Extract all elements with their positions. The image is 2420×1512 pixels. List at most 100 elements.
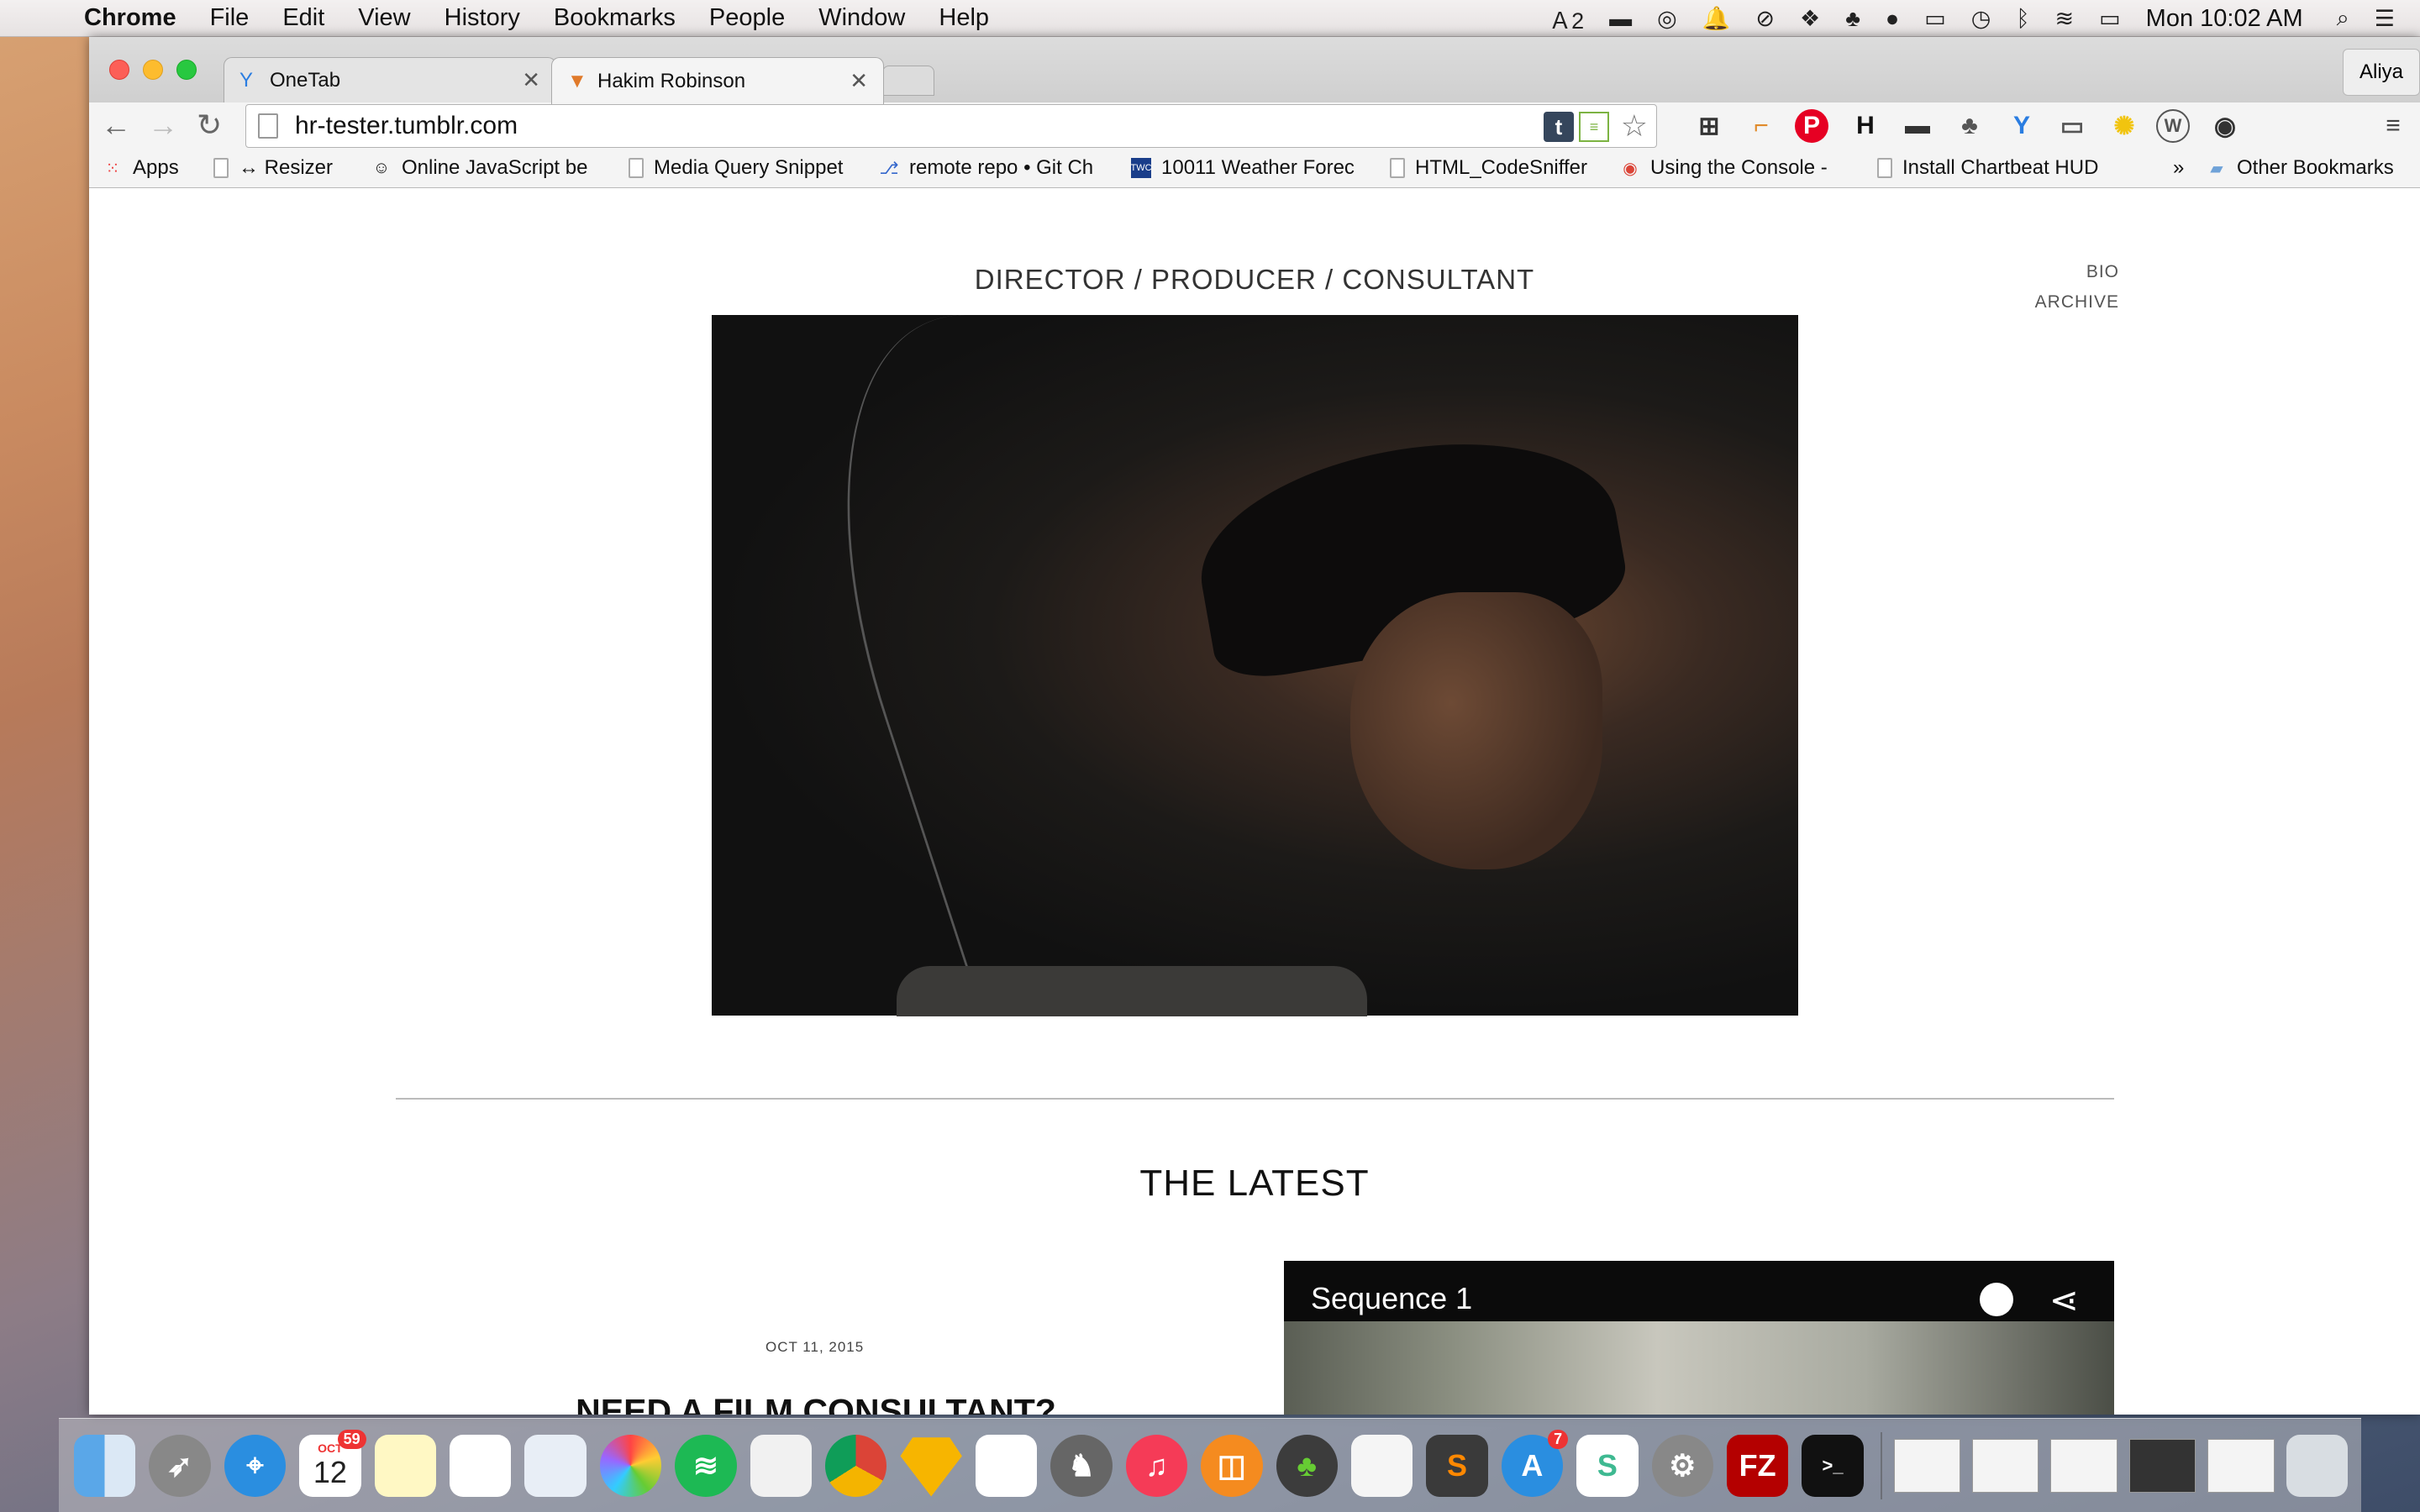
preview-icon[interactable] bbox=[524, 1434, 587, 1497]
bookmark-star-icon[interactable]: ☆ bbox=[1621, 108, 1648, 144]
close-window-button[interactable] bbox=[109, 60, 129, 80]
safari-icon[interactable]: ⌖ bbox=[224, 1434, 287, 1497]
notification-bell-icon[interactable]: 🔔 bbox=[1702, 5, 1731, 32]
do-not-disturb-icon[interactable]: ⊘ bbox=[1755, 6, 1775, 32]
notes-icon[interactable] bbox=[374, 1434, 437, 1497]
screen-capture-icon[interactable]: ▬ bbox=[1901, 109, 1934, 143]
evernote-dock-icon[interactable]: ♣ bbox=[1276, 1434, 1338, 1497]
spotify-icon[interactable]: ≋ bbox=[675, 1434, 737, 1497]
minimized-window-thumbnail[interactable] bbox=[1972, 1438, 2039, 1493]
airplay-icon[interactable]: ▭ bbox=[1924, 6, 1946, 32]
chrome-menu-icon[interactable]: ≡ bbox=[2376, 109, 2410, 143]
notification-center-icon[interactable]: ☰ bbox=[2375, 6, 2395, 32]
share-icon[interactable]: ⋖ bbox=[2049, 1279, 2079, 1320]
minimized-window-thumbnail[interactable] bbox=[2128, 1438, 2196, 1493]
numbers-icon[interactable] bbox=[975, 1434, 1038, 1497]
menu-people[interactable]: People bbox=[709, 4, 785, 32]
launchpad-icon[interactable]: ➶ bbox=[149, 1434, 211, 1497]
bookmark-other-bookmarks[interactable]: ▰ Other Bookmarks bbox=[2207, 156, 2393, 180]
tab-hakim-robinson[interactable]: ▼ Hakim Robinson ✕ bbox=[551, 57, 884, 104]
video-embed[interactable]: Sequence 1 ⋖ bbox=[1284, 1261, 2114, 1415]
more-bookmarks-chevron[interactable]: » bbox=[2173, 156, 2184, 180]
nav-link-bio[interactable]: BIO bbox=[2035, 257, 2119, 287]
photos-icon[interactable] bbox=[599, 1434, 662, 1497]
sketch-icon[interactable] bbox=[900, 1437, 962, 1497]
headings-extension-icon[interactable]: H bbox=[1849, 109, 1882, 143]
reload-icon[interactable]: ↻ bbox=[197, 108, 222, 143]
grid-extension-icon[interactable]: ⊞ bbox=[1692, 109, 1726, 143]
tumblr-icon[interactable]: t bbox=[1544, 112, 1574, 142]
nav-link-archive[interactable]: ARCHIVE bbox=[2035, 287, 2119, 318]
menu-app-name[interactable]: Chrome bbox=[84, 4, 176, 32]
itunes-icon[interactable]: ♫ bbox=[1125, 1434, 1188, 1497]
reminders-icon[interactable] bbox=[450, 1434, 512, 1497]
menu-file[interactable]: File bbox=[210, 4, 250, 32]
avatar-status-icon[interactable]: ● bbox=[1886, 6, 1899, 32]
close-tab-icon[interactable]: ✕ bbox=[522, 67, 540, 93]
wifi-icon[interactable]: ≋ bbox=[2055, 6, 2075, 32]
menu-clock[interactable]: Mon 10:02 AM bbox=[2146, 5, 2303, 33]
app-store-icon[interactable]: A 7 bbox=[1501, 1429, 1569, 1497]
ibooks-icon[interactable]: ◫ bbox=[1201, 1434, 1263, 1497]
forward-arrow-icon[interactable]: → bbox=[148, 108, 178, 143]
battery-bar-icon[interactable]: ▬ bbox=[1609, 6, 1632, 32]
pages-icon[interactable] bbox=[750, 1434, 813, 1497]
filezilla-icon[interactable]: FZ bbox=[1726, 1434, 1789, 1497]
color-picker-icon[interactable]: ◉ bbox=[2208, 109, 2242, 143]
minimized-window-thumbnail[interactable] bbox=[2207, 1438, 2275, 1493]
profile-button[interactable]: Aliya bbox=[2343, 49, 2420, 96]
hero-photo bbox=[712, 315, 1798, 1016]
post-title[interactable]: NEED A FILM CONSULTANT? bbox=[551, 1392, 1081, 1415]
menu-edit[interactable]: Edit bbox=[282, 4, 324, 32]
back-arrow-icon[interactable]: ← bbox=[101, 108, 131, 143]
address-bar[interactable]: hr-tester.tumblr.com t ≡ ☆ bbox=[245, 104, 1657, 148]
minimized-window-thumbnail[interactable] bbox=[2050, 1438, 2118, 1493]
new-tab-button[interactable] bbox=[882, 66, 934, 96]
sublime-text-icon[interactable]: S bbox=[1426, 1434, 1488, 1497]
bookmark-resizer[interactable]: ↔ Resizer bbox=[213, 156, 333, 180]
finder-icon[interactable] bbox=[74, 1434, 136, 1497]
w-extension-icon[interactable]: W bbox=[2156, 109, 2190, 143]
terminal-icon[interactable]: >_ bbox=[1802, 1434, 1864, 1497]
bluetooth-icon[interactable]: ᛒ bbox=[2016, 6, 2029, 32]
cast-icon[interactable]: ▭ bbox=[2055, 109, 2089, 143]
system-preferences-icon[interactable]: ⚙ bbox=[1651, 1434, 1713, 1497]
adobe-icon[interactable]: Ａ2 bbox=[1549, 3, 1584, 35]
dropbox-icon[interactable]: ❖ bbox=[1800, 6, 1820, 32]
ruler-extension-icon[interactable]: ⌐ bbox=[1744, 109, 1778, 143]
evernote-clipper-icon[interactable]: ♣ bbox=[1953, 109, 1986, 143]
bookmark-chartbeat[interactable]: Install Chartbeat HUD bbox=[1877, 156, 2098, 180]
menu-bookmarks[interactable]: Bookmarks bbox=[554, 4, 676, 32]
sequel-pro-icon[interactable]: ♞ bbox=[1050, 1434, 1113, 1497]
tab-onetab[interactable]: Y OneTab ✕ bbox=[224, 57, 556, 102]
video-frame[interactable] bbox=[1284, 1321, 2114, 1415]
watch-later-icon[interactable] bbox=[1980, 1283, 2013, 1316]
minimized-window-thumbnail[interactable] bbox=[1893, 1438, 1961, 1493]
close-tab-icon[interactable]: ✕ bbox=[850, 68, 868, 94]
time-machine-icon[interactable]: ◷ bbox=[1971, 6, 1991, 32]
rss-reader-icon[interactable]: ≡ bbox=[1579, 112, 1609, 142]
evernote-icon[interactable]: ♣ bbox=[1845, 6, 1860, 32]
chrome-dock-icon[interactable] bbox=[825, 1434, 887, 1497]
minimize-window-button[interactable] bbox=[143, 60, 163, 80]
pinterest-icon[interactable]: P bbox=[1795, 109, 1828, 143]
menu-help[interactable]: Help bbox=[939, 4, 989, 32]
zoom-window-button[interactable] bbox=[176, 60, 197, 80]
menu-history[interactable]: History bbox=[445, 4, 520, 32]
calendar-icon[interactable]: OCT 12 59 bbox=[299, 1429, 366, 1497]
menu-window[interactable]: Window bbox=[818, 4, 905, 32]
textedit-icon[interactable] bbox=[1350, 1434, 1413, 1497]
battery-icon[interactable]: ▭ bbox=[2099, 6, 2121, 32]
slack-icon[interactable]: S bbox=[1576, 1434, 1639, 1497]
menu-view[interactable]: View bbox=[358, 4, 410, 32]
spotlight-search-icon[interactable]: ⌕ bbox=[2337, 5, 2349, 32]
address-text[interactable]: hr-tester.tumblr.com bbox=[295, 112, 518, 140]
onetab-extension-icon[interactable]: Y bbox=[2005, 109, 2039, 143]
sun-extension-icon[interactable]: ✺ bbox=[2107, 109, 2141, 143]
creative-cloud-icon[interactable]: ◎ bbox=[1657, 6, 1677, 32]
bookmark-apps[interactable]: ⁙ Apps bbox=[103, 156, 179, 180]
bookmark-html-codesniffer[interactable]: HTML_CodeSniffer bbox=[1390, 156, 1587, 180]
video-title[interactable]: Sequence 1 bbox=[1311, 1281, 1472, 1316]
trash-icon[interactable] bbox=[2286, 1434, 2349, 1497]
bookmark-online-javascript[interactable]: ☺ Online JavaScript be bbox=[371, 156, 590, 180]
